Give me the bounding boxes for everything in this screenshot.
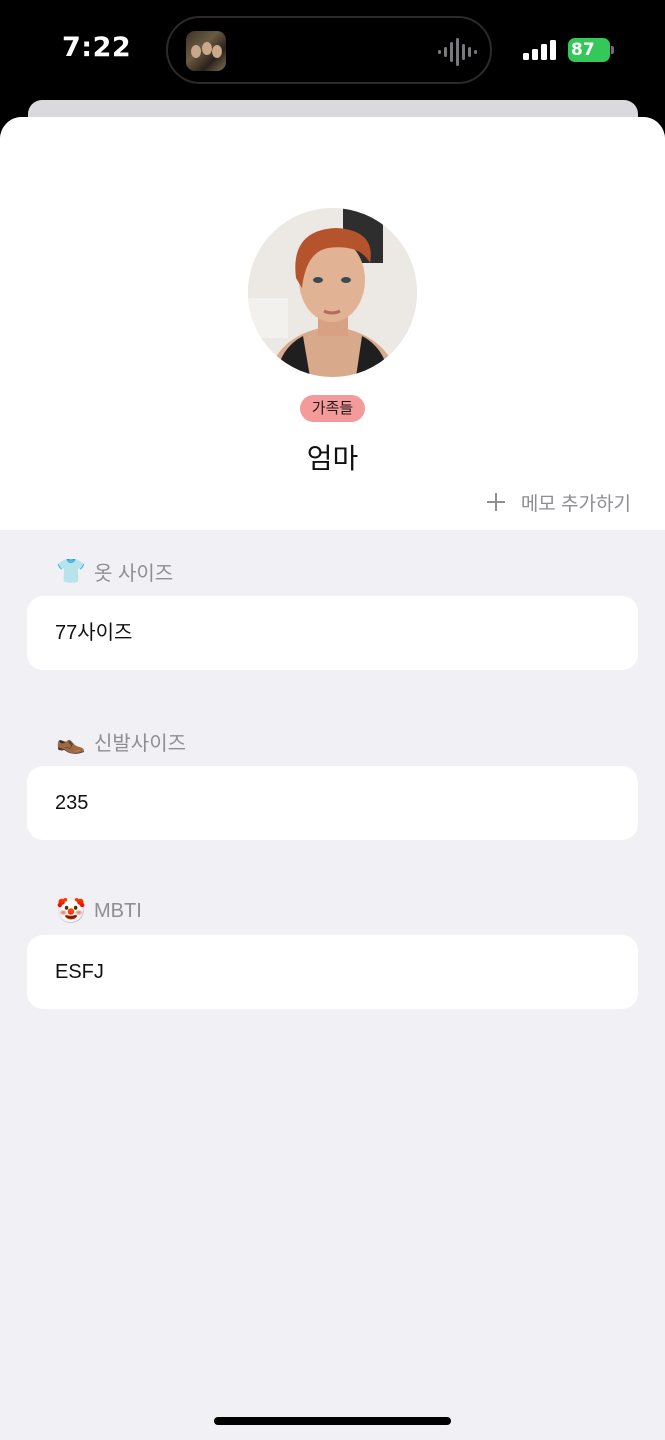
add-memo-button[interactable]: 메모 추가하기: [486, 489, 631, 515]
battery-icon: 87: [568, 38, 614, 62]
avatar-photo: [248, 208, 417, 377]
field-value-mbti[interactable]: ESFJ: [27, 935, 638, 1009]
home-indicator[interactable]: [214, 1417, 451, 1425]
contact-detail-sheet: 가족들 엄마 메모 추가하기 👕 옷 사이즈 77사이즈 👞 신발사이즈 235…: [0, 117, 665, 1440]
field-label-text: MBTI: [94, 899, 142, 922]
add-memo-label: 메모 추가하기: [520, 493, 631, 515]
shirt-icon: 👕: [56, 557, 86, 585]
field-value-clothes-size[interactable]: 77사이즈: [27, 596, 638, 670]
field-label-text: 옷 사이즈: [94, 562, 174, 585]
battery-level: 87: [568, 38, 610, 62]
status-bar: 7:22 87: [0, 0, 665, 100]
field-label-mbti: 🤡 MBTI: [56, 897, 142, 925]
dynamic-island[interactable]: [166, 16, 492, 84]
status-time: 7:22: [62, 32, 132, 63]
field-label-clothes-size: 👕 옷 사이즈: [56, 557, 173, 585]
shoe-icon: 👞: [56, 727, 86, 755]
field-label-shoe-size: 👞 신발사이즈: [56, 727, 186, 755]
waveform-icon: [438, 38, 477, 66]
field-value-shoe-size[interactable]: 235: [27, 766, 638, 840]
avatar[interactable]: [248, 208, 417, 377]
signal-icon: [523, 40, 556, 60]
profile-header: 가족들 엄마 메모 추가하기: [0, 117, 665, 530]
battery-cap: [611, 46, 614, 54]
contact-name: 엄마: [306, 443, 359, 474]
plus-icon: [486, 493, 505, 511]
field-label-text: 신발사이즈: [94, 732, 186, 755]
group-tag[interactable]: 가족들: [300, 395, 365, 422]
clown-icon: 🤡: [56, 897, 86, 925]
album-art-icon[interactable]: [186, 31, 226, 71]
